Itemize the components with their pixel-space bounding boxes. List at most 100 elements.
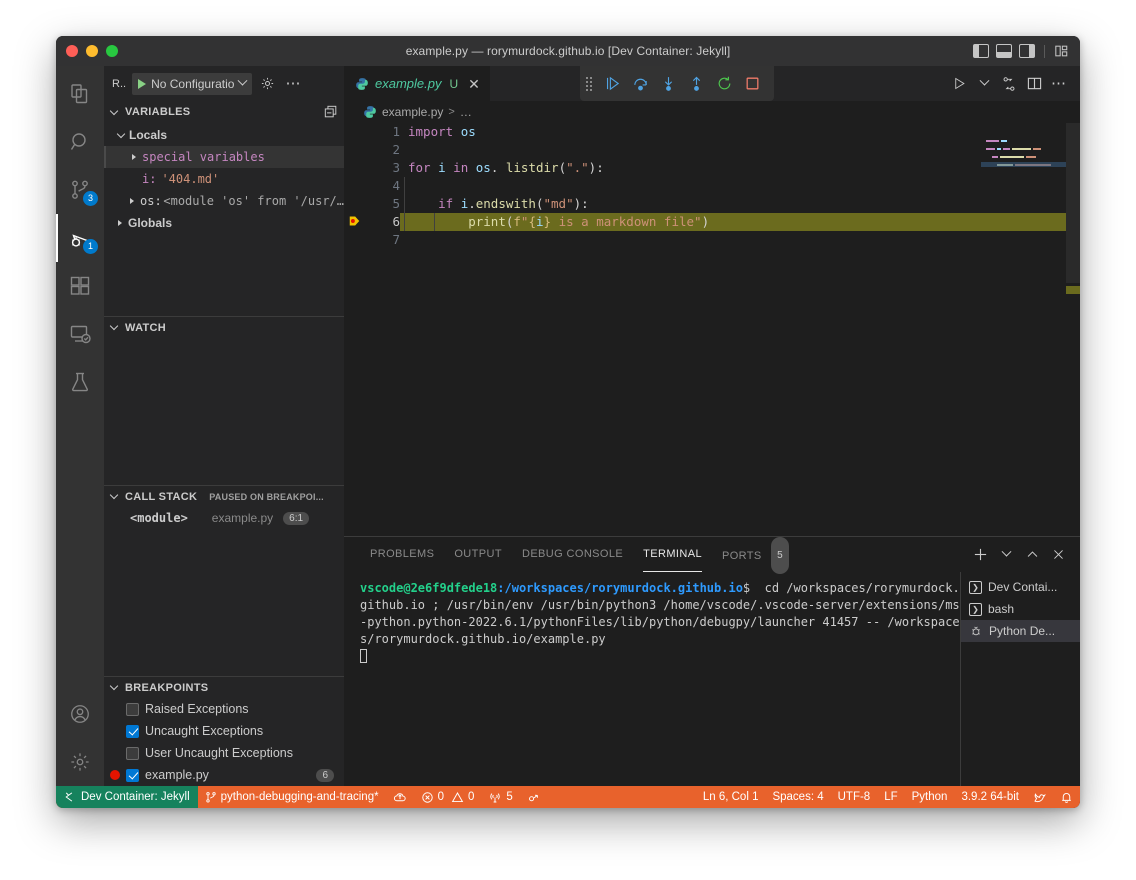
- status-encoding[interactable]: UTF-8: [831, 786, 878, 808]
- code-line[interactable]: [400, 231, 1080, 249]
- breakpoint-checkbox[interactable]: [126, 702, 139, 716]
- editor-more-actions-button[interactable]: ⋯: [1048, 73, 1070, 95]
- activitybar-item-source-control[interactable]: 3: [56, 166, 104, 214]
- section-header-watch[interactable]: WATCH: [104, 316, 344, 338]
- variable-row-i[interactable]: i: '404.md': [104, 168, 344, 190]
- run-python-file-button[interactable]: [948, 73, 970, 95]
- terminal-instance-python-debug[interactable]: Python De...: [961, 620, 1080, 642]
- start-debugging-icon[interactable]: [138, 78, 147, 89]
- line-number: 7: [392, 232, 400, 247]
- status-branch[interactable]: python-debugging-and-tracing*: [198, 786, 386, 808]
- terminal-instance-bash[interactable]: ❯ bash: [961, 598, 1080, 620]
- breadcrumb-file[interactable]: example.py: [382, 105, 443, 119]
- activitybar-item-search[interactable]: [56, 118, 104, 166]
- minimap[interactable]: [981, 123, 1066, 536]
- breakpoint-checkbox[interactable]: [126, 768, 139, 782]
- variable-row-os[interactable]: os: <module 'os' from '/usr/…: [104, 190, 344, 212]
- code-line[interactable]: for i in os. listdir("."):: [400, 159, 1080, 177]
- code-line[interactable]: if i.endswith("md"):: [400, 195, 1080, 213]
- activitybar-item-accounts[interactable]: [56, 690, 104, 738]
- customize-layout-icon[interactable]: [1054, 44, 1069, 58]
- debug-continue-button[interactable]: [600, 72, 624, 96]
- terminal-options-button[interactable]: [994, 543, 1018, 567]
- minimize-window-button[interactable]: [86, 45, 98, 57]
- breakpoint-label: example.py: [145, 768, 209, 782]
- tab-debug-console[interactable]: DEBUG CONSOLE: [512, 537, 633, 572]
- new-terminal-button[interactable]: [968, 543, 992, 567]
- error-count: 0: [437, 791, 444, 803]
- status-line-col[interactable]: Ln 6, Col 1: [696, 786, 766, 808]
- zoom-window-button[interactable]: [106, 45, 118, 57]
- breakpoint-row[interactable]: Raised Exceptions: [104, 698, 344, 720]
- run-options-button[interactable]: [973, 73, 995, 95]
- tab-example-py[interactable]: example.py U ✕: [344, 66, 491, 101]
- activitybar-item-extensions[interactable]: [56, 262, 104, 310]
- status-python-interpreter[interactable]: 3.9.2 64-bit: [954, 786, 1026, 808]
- activitybar-item-testing[interactable]: [56, 358, 104, 406]
- split-editor-icon: [1027, 77, 1041, 90]
- status-feedback[interactable]: [1026, 786, 1053, 808]
- status-remote-indicator[interactable]: Dev Container: Jekyll: [56, 786, 198, 808]
- code-editor[interactable]: 1234567 import os for i in os. listdir("…: [344, 123, 1080, 536]
- activitybar-item-manage[interactable]: [56, 738, 104, 786]
- status-sync[interactable]: [386, 786, 414, 808]
- window-traffic-lights: [56, 45, 118, 57]
- close-tab-icon[interactable]: ✕: [468, 77, 480, 91]
- activitybar-item-explorer[interactable]: [56, 70, 104, 118]
- breakpoint-checkbox[interactable]: [126, 746, 139, 760]
- variables-scope-globals[interactable]: Globals: [104, 212, 344, 234]
- status-language-mode[interactable]: Python: [905, 786, 955, 808]
- call-stack-frame[interactable]: <module> example.py 6:1: [104, 507, 344, 529]
- debug-stop-button[interactable]: [740, 72, 764, 96]
- close-panel-button[interactable]: [1046, 543, 1070, 567]
- breakpoint-checkbox[interactable]: [126, 724, 139, 738]
- debug-configuration-selector[interactable]: No Configuratio: [132, 72, 253, 95]
- debug-step-into-button[interactable]: [656, 72, 680, 96]
- overview-ruler[interactable]: [1066, 123, 1080, 536]
- toggle-secondary-sidebar-icon[interactable]: [1019, 44, 1035, 58]
- close-window-button[interactable]: [66, 45, 78, 57]
- split-editor-button[interactable]: [1023, 73, 1045, 95]
- section-header-breakpoints[interactable]: BREAKPOINTS: [104, 676, 344, 698]
- toggle-primary-sidebar-icon[interactable]: [973, 44, 989, 58]
- tab-output[interactable]: OUTPUT: [444, 537, 512, 572]
- terminal-output[interactable]: vscode@2e6f9dfede18:/workspaces/rorymurd…: [344, 572, 960, 786]
- debug-step-over-button[interactable]: [628, 72, 652, 96]
- variables-scope-locals[interactable]: Locals: [104, 124, 344, 146]
- variable-row-special-variables[interactable]: special variables: [104, 146, 344, 168]
- open-launch-json-button[interactable]: [256, 73, 278, 95]
- breakpoint-row[interactable]: Uncaught Exceptions: [104, 720, 344, 742]
- tab-ports[interactable]: PORTS 5: [712, 537, 799, 574]
- activitybar-item-remote-explorer[interactable]: [56, 310, 104, 358]
- status-notifications[interactable]: [1053, 786, 1080, 808]
- terminal-instance-dev-container[interactable]: ❯ Dev Contai...: [961, 576, 1080, 598]
- drag-handle-icon[interactable]: [586, 76, 592, 91]
- breadcrumb[interactable]: example.py > …: [344, 101, 1080, 123]
- status-ports[interactable]: 5: [481, 786, 519, 808]
- tab-problems[interactable]: PROBLEMS: [360, 537, 444, 572]
- activitybar-item-run-and-debug[interactable]: 1: [56, 214, 104, 262]
- breakpoint-row[interactable]: User Uncaught Exceptions: [104, 742, 344, 764]
- debug-more-actions-button[interactable]: ⋯: [282, 73, 304, 95]
- run-and-debug-editor-button[interactable]: [998, 73, 1020, 95]
- code-line[interactable]: [400, 177, 1080, 195]
- toggle-panel-icon[interactable]: [996, 44, 1012, 58]
- debug-step-out-button[interactable]: [684, 72, 708, 96]
- breadcrumb-trail[interactable]: …: [460, 105, 472, 119]
- status-eol[interactable]: LF: [877, 786, 904, 808]
- section-header-variables[interactable]: VARIABLES: [104, 101, 344, 123]
- debug-restart-button[interactable]: [712, 72, 736, 96]
- status-debug-session[interactable]: [520, 786, 548, 808]
- maximize-panel-button[interactable]: [1020, 543, 1044, 567]
- tab-terminal[interactable]: TERMINAL: [633, 537, 712, 572]
- code-line[interactable]: print(f"{i} is a markdown file"): [400, 213, 1080, 231]
- status-indentation[interactable]: Spaces: 4: [765, 786, 830, 808]
- breakpoint-row-example-py[interactable]: example.py 6: [104, 764, 344, 786]
- code-line[interactable]: [400, 141, 1080, 159]
- glyph-margin[interactable]: [344, 123, 366, 536]
- code-line[interactable]: import os: [400, 123, 1080, 141]
- status-problems[interactable]: 0 0: [414, 786, 482, 808]
- section-header-call-stack[interactable]: CALL STACK PAUSED ON BREAKPOI...: [104, 485, 344, 507]
- collapse-all-icon[interactable]: [324, 105, 338, 119]
- code-content[interactable]: import os for i in os. listdir("."): if …: [400, 123, 1080, 536]
